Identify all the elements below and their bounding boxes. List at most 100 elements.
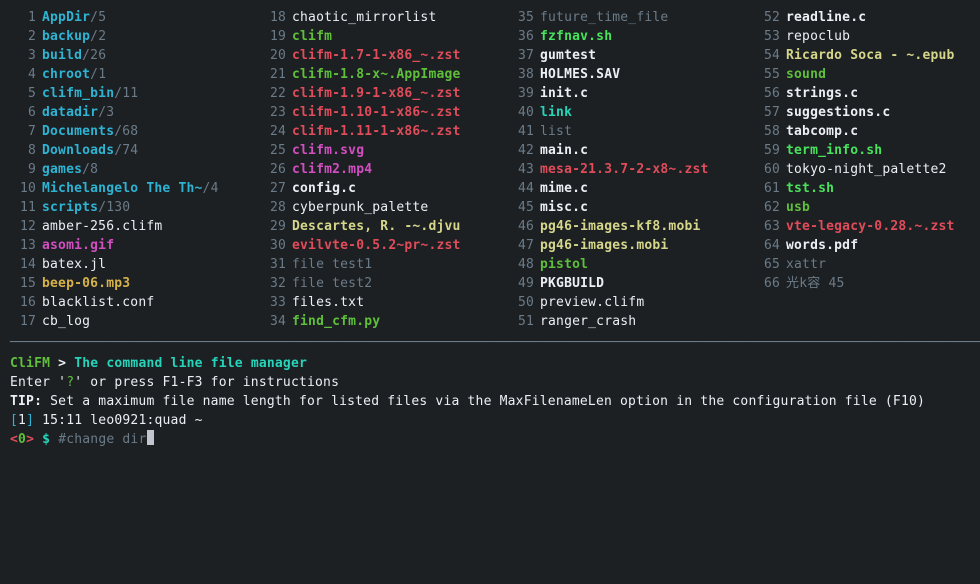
item-name-wrap: PKGBUILD — [540, 274, 740, 293]
item-name-wrap: datadir/3 — [42, 103, 242, 122]
list-item[interactable]: 28cyberpunk_palette — [260, 198, 500, 217]
list-item[interactable]: 55sound — [754, 65, 980, 84]
list-item[interactable]: 5clifm_bin/11 — [10, 84, 242, 103]
status-time: 15:11 — [34, 413, 90, 428]
list-item[interactable]: 64words.pdf — [754, 236, 980, 255]
item-index: 47 — [508, 236, 540, 255]
item-index: 24 — [260, 122, 292, 141]
list-item[interactable]: 14batex.jl — [10, 255, 242, 274]
list-item[interactable]: 8Downloads/74 — [10, 141, 242, 160]
list-item[interactable]: 10Michelangelo The Th~/4 — [10, 179, 242, 198]
item-index: 2 — [10, 27, 42, 46]
list-item[interactable]: 1AppDir/5 — [10, 8, 242, 27]
item-name: Ricardo Soca - ~.epub — [786, 48, 955, 63]
item-name: init.c — [540, 86, 588, 101]
item-name-wrap: beep-06.mp3 — [42, 274, 242, 293]
list-item[interactable]: 46pg46-images-kf8.mobi — [508, 217, 740, 236]
list-item[interactable]: 36fzfnav.sh — [508, 27, 740, 46]
list-item[interactable]: 58tabcomp.c — [754, 122, 980, 141]
list-item[interactable]: 37gumtest — [508, 46, 740, 65]
list-item[interactable]: 51ranger_crash — [508, 312, 740, 331]
list-item[interactable]: 23clifm-1.10-1-x86~.zst — [260, 103, 500, 122]
list-item[interactable]: 3build/26 — [10, 46, 242, 65]
list-item[interactable]: 35future_time_file — [508, 8, 740, 27]
list-item[interactable]: 19clifm — [260, 27, 500, 46]
list-item[interactable]: 62usb — [754, 198, 980, 217]
item-suffix: /130 — [98, 200, 130, 215]
list-item[interactable]: 25clifm.svg — [260, 141, 500, 160]
list-item[interactable]: 59term_info.sh — [754, 141, 980, 160]
command-input[interactable]: #change dir — [58, 432, 146, 447]
item-name-wrap: cyberpunk_palette — [292, 198, 500, 217]
item-index: 38 — [508, 65, 540, 84]
list-item[interactable]: 7Documents/68 — [10, 122, 242, 141]
item-index: 39 — [508, 84, 540, 103]
list-item[interactable]: 43mesa-21.3.7-2-x8~.zst — [508, 160, 740, 179]
list-item[interactable]: 20clifm-1.7-1-x86_~.zst — [260, 46, 500, 65]
list-item[interactable]: 47pg46-images.mobi — [508, 236, 740, 255]
list-item[interactable]: 30evilvte-0.5.2~pr~.zst — [260, 236, 500, 255]
list-item[interactable]: 60tokyo-night_palette2 — [754, 160, 980, 179]
item-suffix: /68 — [114, 124, 138, 139]
list-item[interactable]: 17cb_log — [10, 312, 242, 331]
list-item[interactable]: 21clifm-1.8-x~.AppImage — [260, 65, 500, 84]
item-name: main.c — [540, 143, 588, 158]
item-index: 53 — [754, 27, 786, 46]
list-item[interactable]: 18chaotic_mirrorlist — [260, 8, 500, 27]
list-item[interactable]: 48pistol — [508, 255, 740, 274]
prompt-num: 0 — [18, 432, 26, 447]
item-name: preview.clifm — [540, 295, 644, 310]
list-item[interactable]: 27config.c — [260, 179, 500, 198]
item-index: 65 — [754, 255, 786, 274]
list-item[interactable]: 40link — [508, 103, 740, 122]
list-item[interactable]: 66光k容 45 — [754, 274, 980, 293]
item-suffix: /74 — [114, 143, 138, 158]
list-item[interactable]: 31file test1 — [260, 255, 500, 274]
list-item[interactable]: 33files.txt — [260, 293, 500, 312]
list-item[interactable]: 38HOLMES.SAV — [508, 65, 740, 84]
list-item[interactable]: 29Descartes, R. -~.djvu — [260, 217, 500, 236]
list-item[interactable]: 15beep-06.mp3 — [10, 274, 242, 293]
list-item[interactable]: 9games/8 — [10, 160, 242, 179]
list-item[interactable]: 63vte-legacy-0.28.~.zst — [754, 217, 980, 236]
list-item[interactable]: 16blacklist.conf — [10, 293, 242, 312]
list-item[interactable]: 2backup/2 — [10, 27, 242, 46]
list-item[interactable]: 65xattr — [754, 255, 980, 274]
prompt-line[interactable]: <0> $ #change dir — [10, 430, 970, 449]
list-item[interactable]: 22clifm-1.9-1-x86_~.zst — [260, 84, 500, 103]
list-item[interactable]: 12amber-256.clifm — [10, 217, 242, 236]
list-item[interactable]: 6datadir/3 — [10, 103, 242, 122]
list-item[interactable]: 52readline.c — [754, 8, 980, 27]
list-item[interactable]: 54Ricardo Soca - ~.epub — [754, 46, 980, 65]
list-item[interactable]: 57suggestions.c — [754, 103, 980, 122]
item-name: clifm2.mp4 — [292, 162, 372, 177]
item-index: 15 — [10, 274, 42, 293]
list-item[interactable]: 11scripts/130 — [10, 198, 242, 217]
list-item[interactable]: 53repoclub — [754, 27, 980, 46]
list-item[interactable]: 26clifm2.mp4 — [260, 160, 500, 179]
list-item[interactable]: 13asomi.gif — [10, 236, 242, 255]
list-item[interactable]: 45misc.c — [508, 198, 740, 217]
list-item[interactable]: 50preview.clifm — [508, 293, 740, 312]
list-item[interactable]: 24clifm-1.11-1-x86~.zst — [260, 122, 500, 141]
item-index: 51 — [508, 312, 540, 331]
item-name-wrap: pg46-images.mobi — [540, 236, 740, 255]
list-item[interactable]: 44mime.c — [508, 179, 740, 198]
item-name-wrap: vte-legacy-0.28.~.zst — [786, 217, 980, 236]
item-index: 25 — [260, 141, 292, 160]
list-item[interactable]: 4chroot/1 — [10, 65, 242, 84]
list-item[interactable]: 32file test2 — [260, 274, 500, 293]
list-item[interactable]: 41list — [508, 122, 740, 141]
item-name: Descartes, R. -~.djvu — [292, 219, 461, 234]
item-name: build — [42, 48, 82, 63]
list-item[interactable]: 56strings.c — [754, 84, 980, 103]
list-item[interactable]: 34find_cfm.py — [260, 312, 500, 331]
item-name-wrap: clifm-1.9-1-x86_~.zst — [292, 84, 500, 103]
divider: ────────────────────────────────────────… — [10, 331, 970, 352]
list-item[interactable]: 61tst.sh — [754, 179, 980, 198]
list-item[interactable]: 49PKGBUILD — [508, 274, 740, 293]
list-item[interactable]: 42main.c — [508, 141, 740, 160]
cursor — [147, 430, 154, 445]
list-item[interactable]: 39init.c — [508, 84, 740, 103]
item-name-wrap: strings.c — [786, 84, 980, 103]
